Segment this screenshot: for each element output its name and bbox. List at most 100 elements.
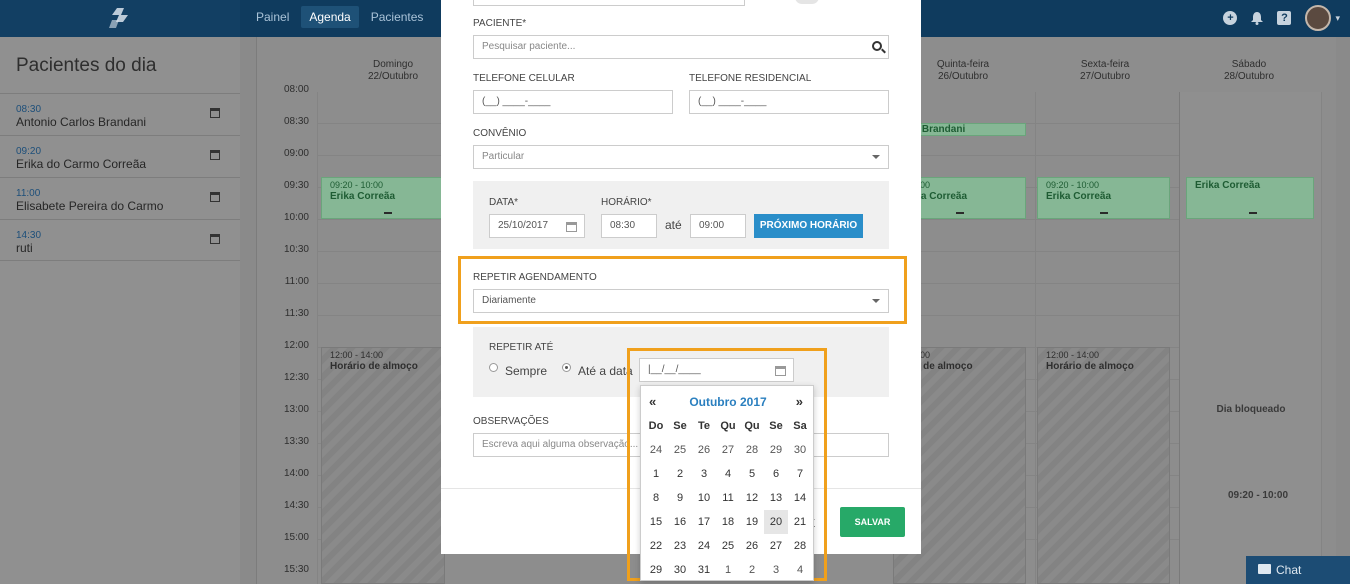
nav-pacientes[interactable]: Pacientes [363,6,432,28]
bell-icon[interactable] [1251,11,1264,25]
day-cell[interactable]: 8 [644,486,668,510]
mobile-phone-value: (__) ____-____ [482,96,551,107]
day-cell[interactable]: 4 [788,558,812,582]
time-label: 13:00 [283,404,309,415]
highlight-repeat-box [458,256,907,324]
chevron-down-icon[interactable]: ▾ [1335,13,1340,24]
patient-search-input[interactable]: Pesquisar paciente... [473,35,889,59]
list-item[interactable]: 14:30 ruti [0,219,240,261]
day-cell[interactable]: 28 [740,438,764,462]
list-item-name: ruti [16,241,33,255]
day-cell[interactable]: 24 [692,534,716,558]
day-cell[interactable]: 13 [764,486,788,510]
day-cell[interactable]: 31 [692,558,716,582]
notes-label: OBSERVAÇÕES [473,416,549,427]
day-cell[interactable]: 19 [740,510,764,534]
day-cell[interactable]: 29 [764,438,788,462]
day-cell[interactable]: 21 [788,510,812,534]
next-month-button[interactable]: » [796,394,803,409]
day-cell[interactable]: 2 [740,558,764,582]
toggle[interactable] [795,0,819,4]
nav-agenda[interactable]: Agenda [301,6,359,28]
day-cell[interactable]: 22 [644,534,668,558]
avatar[interactable] [1305,5,1332,31]
day-cell[interactable]: 23 [668,534,692,558]
list-item-name: Antonio Carlos Brandani [16,115,147,129]
day-cell[interactable]: 18 [716,510,740,534]
day-cell[interactable]: 29 [644,558,668,582]
day-cell[interactable]: 26 [740,534,764,558]
calendar-icon[interactable] [210,234,220,244]
list-item[interactable]: 09:20 Erika do Carmo Correãa [0,135,240,177]
next-slot-button[interactable]: PRÓXIMO HORÁRIO [754,214,863,238]
day-header: Sábado 28/Outubro [1179,59,1319,83]
time-label: 11:30 [284,308,309,319]
day-cell[interactable]: 28 [788,534,812,558]
day-cell[interactable]: 6 [764,462,788,486]
radio-always[interactable] [489,363,498,372]
add-icon[interactable]: + [1223,11,1238,25]
day-cell[interactable]: 15 [644,510,668,534]
patient-search-placeholder: Pesquisar paciente... [482,41,576,52]
radio-until-date-label[interactable]: Até a data [578,364,633,378]
cut-off-field[interactable] [473,0,745,6]
day-cell[interactable]: 26 [692,438,716,462]
chat-button[interactable]: Chat [1246,556,1350,584]
appointment[interactable]: 09:20 - 10:00 Erika Correãa [321,177,445,219]
notes-placeholder: Escreva aqui alguma observação... [482,439,639,450]
appointment-handle[interactable] [384,212,392,214]
end-time-field[interactable]: 09:00 [690,214,746,238]
calendar-icon[interactable] [210,108,220,118]
day-cell[interactable]: 10 [692,486,716,510]
patient-label: PACIENTE* [473,18,527,29]
day-cell[interactable]: 3 [692,462,716,486]
day-cell[interactable]: 7 [788,462,812,486]
appointment-handle[interactable] [956,212,964,214]
list-item[interactable]: 11:00 Elisabete Pereira do Carmo [0,177,240,219]
help-icon[interactable]: ? [1277,11,1292,25]
day-cell[interactable]: 12 [740,486,764,510]
day-cell[interactable]: 25 [668,438,692,462]
day-cell[interactable]: 14 [788,486,812,510]
day-cell[interactable]: 11 [716,486,740,510]
day-cell[interactable]: 3 [764,558,788,582]
start-time-field[interactable]: 08:30 [601,214,657,238]
weekday-header: Se [673,420,687,432]
calendar-icon[interactable] [210,192,220,202]
day-cell[interactable]: 1 [716,558,740,582]
day-cell[interactable]: 5 [740,462,764,486]
save-button[interactable]: SALVAR [840,507,905,537]
home-phone-field[interactable]: (__) ____-____ [689,90,889,114]
day-cell[interactable]: 9 [668,486,692,510]
appointment[interactable]: 09:20 - 10:00 Erika Correãa [1037,177,1170,219]
appointment[interactable]: 09:20 - 10:00 Erika Correãa [1186,177,1314,501]
list-item-name: Erika do Carmo Correãa [16,157,147,171]
day-cell[interactable]: 27 [764,534,788,558]
date-field[interactable]: 25/10/2017 [489,214,585,238]
logo-icon[interactable] [108,7,132,29]
day-header: Sexta-feira 27/Outubro [1035,59,1175,83]
day-cell[interactable]: 4 [716,462,740,486]
list-item[interactable]: 08:30 Antonio Carlos Brandani [0,93,240,135]
radio-always-label[interactable]: Sempre [505,364,547,378]
appointment-handle[interactable] [1100,212,1108,214]
day-cell[interactable]: 24 [644,438,668,462]
day-cell[interactable]: 2 [668,462,692,486]
day-cell-today[interactable]: 20 [764,510,788,534]
day-cell[interactable]: 30 [788,438,812,462]
datepicker-title[interactable]: Outubro 2017 [641,395,815,409]
day-cell[interactable]: 25 [716,534,740,558]
mobile-phone-field[interactable]: (__) ____-____ [473,90,673,114]
insurance-select[interactable]: Particular [473,145,889,169]
day-cell[interactable]: 17 [692,510,716,534]
search-icon[interactable] [872,41,882,51]
day-cell[interactable]: 27 [716,438,740,462]
calendar-icon[interactable] [210,150,220,160]
day-cell[interactable]: 30 [668,558,692,582]
radio-until-date[interactable] [562,363,571,372]
day-cell[interactable]: 16 [668,510,692,534]
nav-painel[interactable]: Painel [248,6,297,28]
day-cell[interactable]: 1 [644,462,668,486]
appointment-handle[interactable] [1249,212,1257,214]
calendar-icon[interactable] [566,222,577,232]
